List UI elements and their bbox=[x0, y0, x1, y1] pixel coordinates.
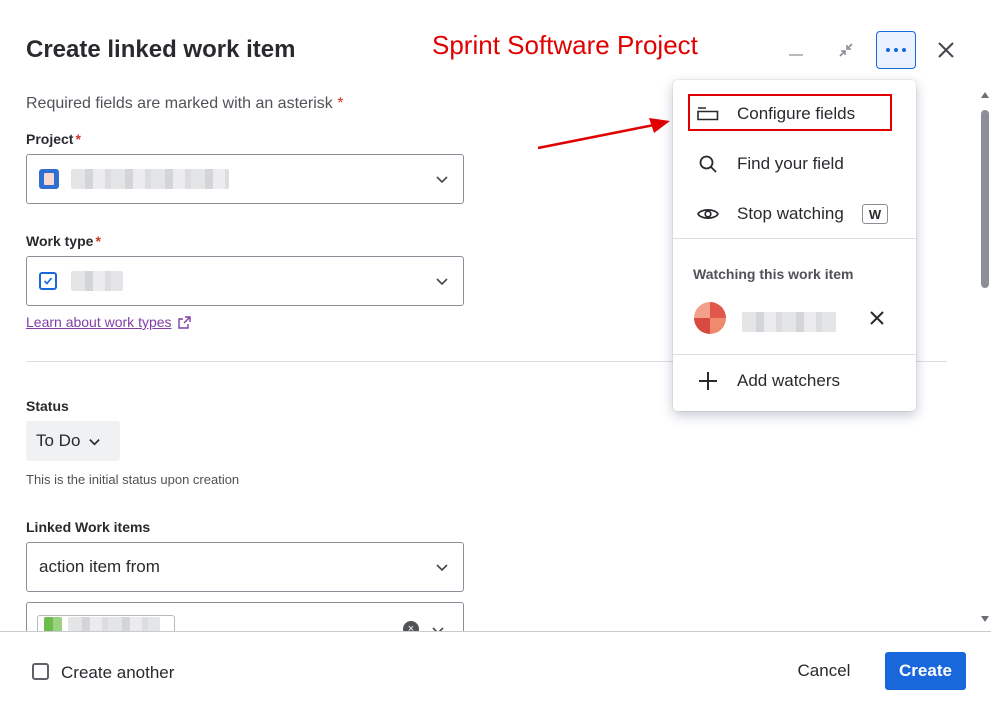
linked-item-redacted bbox=[68, 617, 160, 632]
required-star: * bbox=[75, 131, 81, 147]
chevron-down-icon bbox=[436, 176, 448, 184]
project-select[interactable] bbox=[26, 154, 464, 204]
status-dropdown[interactable]: To Do bbox=[26, 421, 120, 461]
chevron-down-icon bbox=[436, 278, 448, 286]
create-button[interactable]: Create bbox=[885, 652, 966, 690]
status-value: To Do bbox=[36, 431, 81, 450]
link-type-value: action item from bbox=[39, 557, 160, 576]
watching-heading: Watching this work item bbox=[693, 266, 854, 282]
menu-divider bbox=[673, 354, 916, 355]
avatar bbox=[694, 302, 726, 334]
menu-item-add-watchers[interactable]: Add watchers bbox=[673, 356, 916, 406]
eye-icon bbox=[697, 203, 719, 225]
story-icon bbox=[44, 617, 62, 632]
annotation-highlight-box bbox=[688, 94, 892, 131]
external-link-icon bbox=[177, 315, 191, 329]
menu-item-label: Stop watching bbox=[737, 204, 844, 223]
menu-item-label: Find your field bbox=[737, 154, 844, 173]
scroll-thumb[interactable] bbox=[981, 110, 989, 288]
linked-item-tag[interactable] bbox=[37, 615, 175, 632]
project-label: Project * bbox=[26, 131, 81, 147]
keyboard-shortcut-badge: W bbox=[862, 204, 888, 224]
more-actions-menu: Configure fields Find your field Stop wa… bbox=[673, 80, 916, 411]
link-type-select[interactable]: action item from bbox=[26, 542, 464, 592]
minimize-button[interactable] bbox=[776, 31, 816, 69]
annotation-arrow bbox=[537, 118, 670, 150]
modal-footer: Create another Cancel Create bbox=[0, 631, 991, 712]
scroll-down-arrow-icon[interactable] bbox=[981, 616, 989, 622]
more-horizontal-icon bbox=[886, 48, 906, 52]
menu-item-label: Add watchers bbox=[737, 371, 840, 390]
chevron-down-icon bbox=[89, 438, 101, 445]
project-name-redacted bbox=[71, 169, 229, 189]
required-note-text: Required fields are marked with an aster… bbox=[26, 95, 333, 112]
close-icon bbox=[870, 311, 884, 325]
linked-item-picker[interactable]: × bbox=[26, 602, 464, 632]
collapse-icon bbox=[839, 43, 853, 57]
modal-scrollbar[interactable] bbox=[979, 80, 991, 632]
plus-icon bbox=[697, 370, 719, 392]
remove-watcher-button[interactable] bbox=[865, 306, 889, 330]
chevron-down-icon bbox=[436, 564, 448, 572]
project-label-text: Project bbox=[26, 131, 74, 147]
close-icon bbox=[938, 42, 954, 58]
menu-divider bbox=[673, 238, 916, 239]
close-button[interactable] bbox=[926, 31, 966, 69]
status-help-text: This is the initial status upon creation bbox=[26, 472, 240, 487]
work-type-select[interactable] bbox=[26, 256, 464, 306]
work-type-value-redacted bbox=[71, 271, 123, 291]
linked-items-label: Linked Work items bbox=[26, 519, 151, 535]
search-icon bbox=[697, 153, 719, 175]
cancel-button[interactable]: Cancel bbox=[786, 652, 862, 690]
work-type-label-text: Work type bbox=[26, 233, 94, 249]
minimize-icon bbox=[789, 54, 803, 56]
learn-work-types-link[interactable]: Learn about work types bbox=[26, 314, 191, 330]
create-another-label[interactable]: Create another bbox=[61, 663, 174, 683]
watcher-name-redacted bbox=[742, 312, 836, 332]
more-actions-button[interactable] bbox=[876, 31, 916, 69]
modal-title: Create linked work item bbox=[26, 36, 296, 63]
status-label: Status bbox=[26, 398, 69, 414]
scroll-up-arrow-icon[interactable] bbox=[981, 92, 989, 98]
project-avatar-icon bbox=[39, 169, 59, 189]
learn-link-text: Learn about work types bbox=[26, 314, 172, 330]
create-another-checkbox[interactable] bbox=[32, 663, 49, 680]
annotation-label: Sprint Software Project bbox=[432, 30, 698, 60]
required-star: * bbox=[95, 233, 101, 249]
required-fields-note: Required fields are marked with an aster… bbox=[26, 95, 344, 113]
required-star: * bbox=[337, 95, 344, 112]
menu-item-find-field[interactable]: Find your field bbox=[673, 139, 916, 189]
collapse-button[interactable] bbox=[826, 31, 866, 69]
work-type-label: Work type * bbox=[26, 233, 101, 249]
task-icon bbox=[39, 272, 57, 290]
